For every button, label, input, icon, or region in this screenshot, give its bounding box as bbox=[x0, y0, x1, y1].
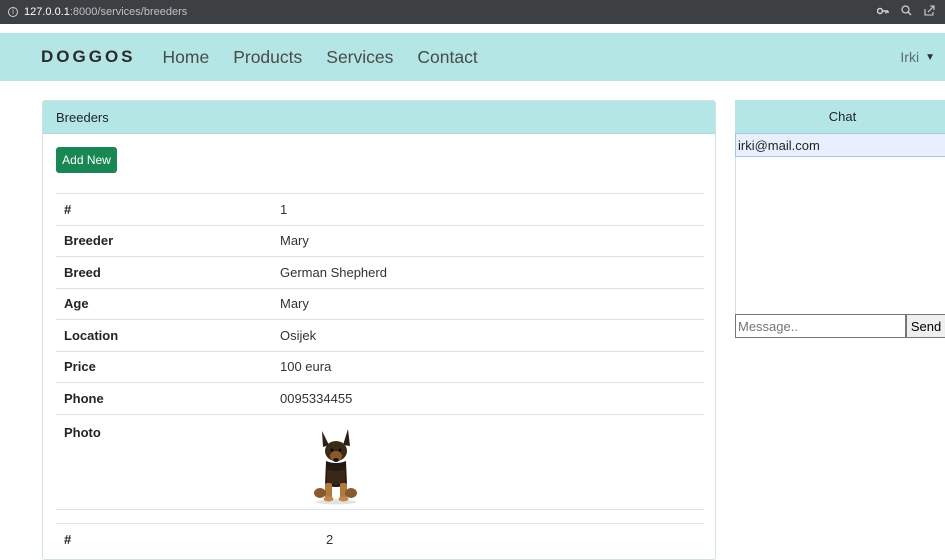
row-value bbox=[280, 413, 704, 509]
url-host[interactable]: 127.0.0.1 bbox=[24, 6, 70, 18]
row-value: 2 bbox=[280, 522, 704, 555]
row-value: 0095334455 bbox=[280, 382, 704, 414]
chevron-down-icon[interactable]: ▼ bbox=[925, 52, 935, 63]
user-menu[interactable]: Irki ▼ bbox=[900, 33, 935, 81]
row-value: German Shepherd bbox=[280, 256, 704, 288]
breeders-card: Breeders Add New # 1 Breeder Mary Breed … bbox=[42, 100, 716, 560]
chat-title: Chat bbox=[735, 100, 945, 133]
row-value: 100 eura bbox=[280, 350, 704, 383]
row-key: # bbox=[56, 193, 280, 225]
nav-products[interactable]: Products bbox=[233, 47, 302, 68]
table-row: Location Osijek bbox=[56, 319, 704, 351]
table-row: Phone 0095334455 bbox=[56, 382, 704, 414]
add-new-button[interactable]: Add New bbox=[56, 147, 117, 173]
chat-messages bbox=[735, 157, 945, 314]
chat-panel: Chat irki@mail.com Send bbox=[735, 100, 945, 340]
row-key: Age bbox=[56, 287, 280, 320]
row-value: Mary bbox=[280, 224, 704, 257]
brand-logo[interactable]: DOGGOS bbox=[41, 47, 136, 67]
nav-home[interactable]: Home bbox=[163, 47, 210, 68]
url-path[interactable]: :8000/services/breeders bbox=[70, 6, 187, 18]
breeder-details-table: # 1 Breeder Mary Breed German Shepherd A… bbox=[56, 193, 704, 555]
table-row: Photo bbox=[56, 413, 704, 509]
top-navbar: DOGGOS Home Products Services Contact Ir… bbox=[0, 33, 945, 81]
key-icon[interactable] bbox=[876, 6, 889, 18]
chat-input-row: Send bbox=[735, 314, 945, 338]
chat-user-item[interactable]: irki@mail.com bbox=[735, 133, 945, 157]
nav-services[interactable]: Services bbox=[326, 47, 393, 68]
info-icon[interactable]: i bbox=[8, 7, 18, 17]
browser-address-bar[interactable]: i 127.0.0.1:8000/services/breeders bbox=[0, 0, 945, 24]
zoom-icon[interactable] bbox=[901, 5, 912, 19]
table-row: # 2 bbox=[56, 522, 704, 555]
row-key: Breeder bbox=[56, 224, 280, 257]
table-row: # 1 bbox=[56, 193, 704, 225]
table-row: Age Mary bbox=[56, 287, 704, 320]
row-value: Osijek bbox=[280, 319, 704, 351]
table-row: Breeder Mary bbox=[56, 224, 704, 257]
send-button[interactable]: Send bbox=[906, 314, 945, 338]
row-value: 1 bbox=[280, 193, 704, 225]
row-key: Photo bbox=[56, 413, 280, 509]
table-row: Price 100 eura bbox=[56, 350, 704, 383]
nav-contact[interactable]: Contact bbox=[417, 47, 477, 68]
table-spacer-row bbox=[56, 508, 704, 523]
row-key: Location bbox=[56, 319, 280, 351]
row-key: Phone bbox=[56, 382, 280, 414]
row-value: Mary bbox=[280, 287, 704, 320]
share-icon[interactable] bbox=[924, 5, 935, 19]
message-input[interactable] bbox=[735, 314, 906, 338]
row-key: # bbox=[56, 522, 280, 555]
card-title: Breeders bbox=[43, 101, 715, 134]
row-key: Price bbox=[56, 350, 280, 383]
dog-photo bbox=[314, 428, 357, 504]
user-name[interactable]: Irki bbox=[900, 49, 919, 65]
row-key: Breed bbox=[56, 256, 280, 288]
table-row: Breed German Shepherd bbox=[56, 256, 704, 288]
